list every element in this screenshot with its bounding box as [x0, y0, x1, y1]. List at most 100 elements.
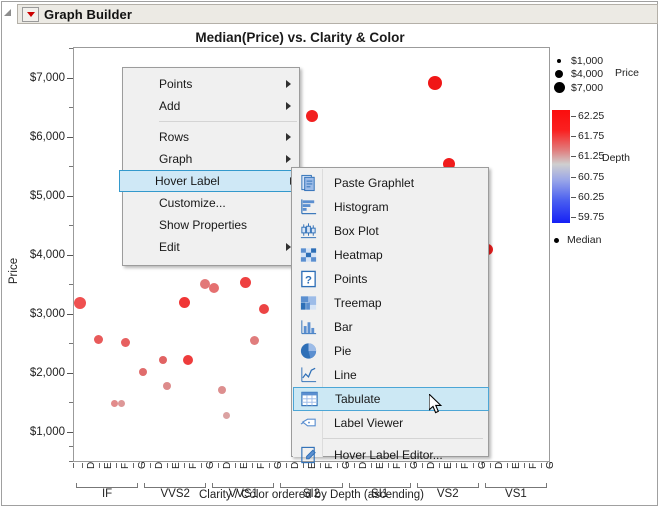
- label-viewer-icon: [299, 414, 318, 433]
- menu-item-hover-label[interactable]: Hover Label: [119, 170, 305, 192]
- submenu-item-box-plot[interactable]: Box Plot: [293, 219, 489, 243]
- data-point[interactable]: [428, 76, 442, 91]
- submenu-item-treemap[interactable]: Treemap: [293, 291, 489, 315]
- menu-item-label: Add: [159, 99, 181, 113]
- menu-item-graph[interactable]: Graph: [124, 148, 300, 170]
- submenu-item-paste-graphlet[interactable]: Paste Graphlet: [293, 171, 489, 195]
- x-axis-subcategory-label: G: [273, 461, 284, 469]
- data-point[interactable]: [199, 279, 210, 289]
- submenu-item-heatmap[interactable]: Heatmap: [293, 243, 489, 267]
- x-axis-subcategory-label: F: [188, 462, 199, 469]
- data-point[interactable]: [163, 382, 172, 391]
- submenu-item-label: Box Plot: [334, 224, 379, 238]
- x-axis-tick: [286, 463, 287, 468]
- y-axis-tick: [67, 313, 73, 315]
- x-axis-subcategory-label: E: [239, 462, 250, 469]
- color-legend-tick-label: 60.75: [578, 170, 605, 183]
- color-legend-tick: [571, 116, 576, 117]
- y-axis-minor-tick: [69, 461, 73, 462]
- x-axis-tick: [82, 463, 83, 468]
- y-axis-tick-label: $1,000: [29, 425, 65, 438]
- y-axis-tick: [67, 136, 73, 138]
- x-axis: DEFGIFDEFGVVS2DEFGVVS1DEFGSI2DEFGSI1DEFG…: [73, 461, 556, 509]
- data-point[interactable]: [178, 296, 190, 308]
- x-axis-subcategory-label: E: [103, 462, 114, 469]
- y-axis-tick-label: $5,000: [29, 189, 65, 202]
- size-legend-label: $1,000: [571, 54, 604, 67]
- data-point[interactable]: [138, 367, 147, 376]
- x-axis-tick: [150, 463, 151, 468]
- menu-item-edit[interactable]: Edit: [124, 236, 300, 258]
- data-point[interactable]: [183, 354, 193, 365]
- submenu-arrow-icon: [286, 80, 291, 88]
- menu-item-label: Edit: [159, 240, 180, 254]
- x-axis-subcategory-label: D: [222, 461, 233, 469]
- data-point[interactable]: [94, 334, 104, 344]
- y-axis-title: Price: [8, 257, 20, 285]
- menu-item-show-properties[interactable]: Show Properties: [124, 214, 300, 236]
- submenu-item-points[interactable]: ? Points: [293, 267, 489, 291]
- data-point[interactable]: [159, 355, 168, 364]
- data-point[interactable]: [209, 282, 220, 293]
- submenu-item-label-viewer[interactable]: Label Viewer: [293, 411, 489, 435]
- x-axis-tick: [507, 463, 508, 468]
- size-legend-entry: $7,000: [552, 81, 603, 94]
- submenu-item-label: Hover Label Editor...: [334, 448, 443, 462]
- data-point[interactable]: [74, 297, 86, 310]
- data-point[interactable]: [120, 337, 130, 347]
- submenu-item-tabulate[interactable]: Tabulate: [293, 387, 489, 411]
- data-point[interactable]: [250, 336, 259, 346]
- menu-item-rows[interactable]: Rows: [124, 126, 300, 148]
- data-point[interactable]: [218, 386, 227, 395]
- svg-text:?: ?: [305, 274, 312, 286]
- x-axis-subcategory-label: E: [171, 462, 182, 469]
- submenu-arrow-icon: [286, 155, 291, 163]
- disclosure-triangle-icon[interactable]: [4, 9, 11, 16]
- x-axis-tick: [133, 463, 134, 468]
- size-legend-marker: [553, 82, 565, 93]
- menu-item-label: Hover Label: [155, 174, 220, 188]
- color-legend-tick: [571, 217, 576, 218]
- submenu-item-pie[interactable]: Pie: [293, 339, 489, 363]
- submenu-item-bar[interactable]: Bar: [293, 315, 489, 339]
- context-menu[interactable]: Points Add Rows Graph Hover Label Customize..…: [119, 67, 305, 266]
- color-legend-tick-label: 62.25: [578, 110, 605, 122]
- data-point[interactable]: [118, 399, 125, 407]
- submenu-item-label: Label Viewer: [334, 416, 404, 430]
- hover-label-submenu[interactable]: Paste Graphlet Histogram Box Plot Heatmap? P…: [291, 167, 489, 464]
- menu-item-add[interactable]: Add: [124, 95, 300, 117]
- y-axis-minor-tick: [69, 107, 73, 108]
- marker-legend-row: Median: [554, 234, 601, 246]
- data-point[interactable]: [305, 109, 318, 122]
- submenu-item-hover-label-editor[interactable]: Hover Label Editor...: [293, 443, 489, 467]
- submenu-separator: [323, 438, 483, 439]
- x-axis-tick: [541, 463, 542, 468]
- x-axis-subcategory-label: D: [494, 461, 505, 469]
- menu-item-customize[interactable]: Customize...: [124, 192, 300, 214]
- y-axis-tick-label: $6,000: [29, 130, 65, 143]
- window-title: Graph Builder: [44, 6, 132, 22]
- submenu-arrow-icon: [286, 133, 291, 141]
- x-axis-title: Clarity / Color ordered by Depth (ascend…: [199, 489, 424, 501]
- red-triangle-menu-icon[interactable]: [22, 6, 39, 22]
- size-legend-label: $7,000: [571, 81, 604, 94]
- submenu-item-line[interactable]: Line: [293, 363, 489, 387]
- submenu-item-label: Line: [334, 368, 357, 382]
- submenu-arrow-icon: [286, 102, 291, 110]
- data-point[interactable]: [259, 303, 269, 314]
- x-axis-subcategory-label: G: [205, 461, 216, 469]
- menu-separator: [159, 121, 297, 122]
- menu-item-label: Points: [159, 77, 193, 91]
- menu-item-points[interactable]: Points: [124, 73, 300, 95]
- y-axis-tick-label: $4,000: [29, 248, 65, 261]
- data-point[interactable]: [239, 277, 251, 289]
- submenu-item-histogram[interactable]: Histogram: [293, 195, 489, 219]
- y-axis-tick-label: $7,000: [29, 71, 65, 84]
- y-axis-tick: [67, 254, 73, 256]
- data-point[interactable]: [222, 412, 230, 420]
- y-axis-tick-label: $2,000: [29, 366, 65, 379]
- data-point[interactable]: [110, 399, 118, 407]
- y-axis-tick: [67, 77, 73, 79]
- y-axis-minor-tick: [69, 284, 73, 285]
- x-axis-subcategory-label: F: [256, 462, 267, 469]
